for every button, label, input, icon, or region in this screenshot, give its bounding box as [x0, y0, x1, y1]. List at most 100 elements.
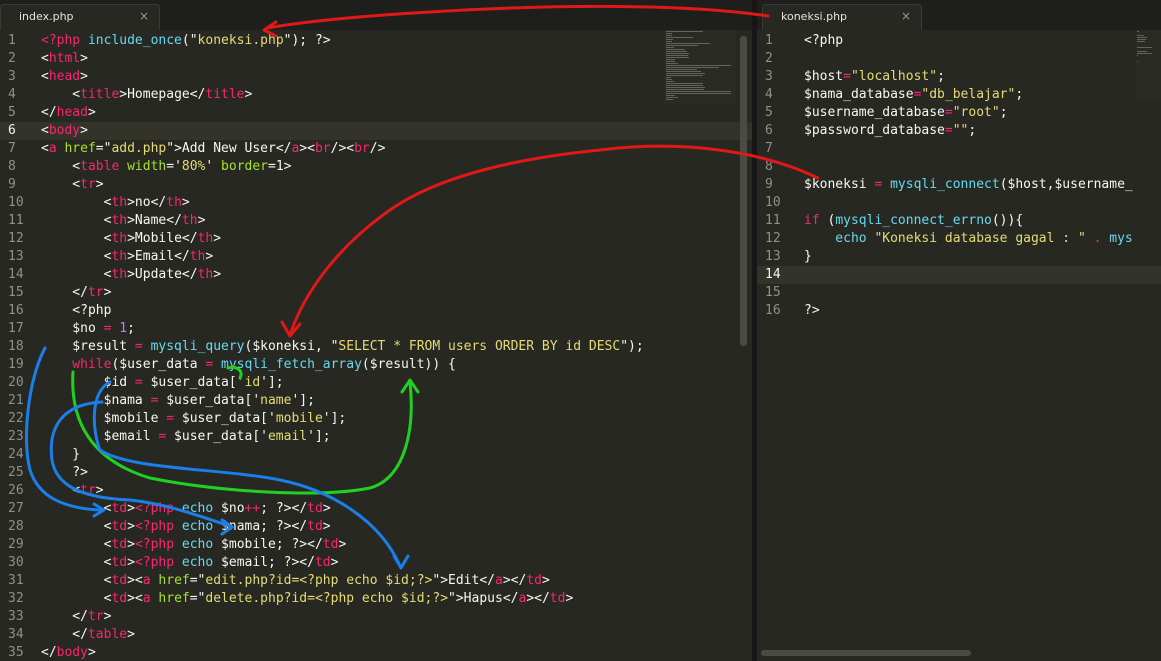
tab-koneksi-php[interactable]: koneksi.php × [762, 4, 922, 30]
code-token: > [565, 591, 574, 606]
minimap[interactable] [1135, 30, 1161, 100]
code-token: < [41, 69, 49, 84]
code-line[interactable]: } [41, 446, 644, 464]
line-number: 10 [8, 195, 24, 210]
code-line[interactable]: <title>Homepage</title> [41, 86, 644, 104]
minimap-line [666, 65, 731, 66]
code-token: /> [369, 141, 386, 156]
code-line[interactable]: } [804, 248, 1133, 266]
code-line[interactable]: $host="localhost"; [804, 68, 1133, 86]
code-line[interactable]: <a href="add.php">Add New User</a><br/><… [41, 140, 644, 158]
code-line[interactable] [804, 266, 1133, 284]
code-line[interactable]: $id = $user_data['id']; [41, 374, 644, 392]
code-line[interactable]: $email = $user_data['email']; [41, 428, 644, 446]
code-token: > [80, 123, 88, 138]
code-token: tr [80, 177, 96, 192]
code-area[interactable]: <?php include_once("koneksi.php"); ?> <ht… [41, 32, 644, 661]
code-token: > [127, 555, 135, 570]
code-line[interactable]: <html> [41, 50, 644, 68]
minimap-line [666, 49, 686, 50]
code-line[interactable]: <head> [41, 68, 644, 86]
code-line[interactable]: while($user_data = mysqli_fetch_array($r… [41, 356, 644, 374]
code-token: mysqli_fetch_array [213, 357, 362, 372]
code-line[interactable] [804, 50, 1133, 68]
code-line[interactable]: <th>no</th> [41, 194, 644, 212]
code-line[interactable]: </tr> [41, 608, 644, 626]
code-line[interactable]: $no = 1; [41, 320, 644, 338]
line-number: 11 [765, 213, 781, 228]
code-line[interactable]: <td><?php echo $email; ?></td> [41, 554, 644, 572]
code-token: "root" [952, 105, 1000, 120]
code-line[interactable]: <td><?php echo $mobile; ?></td> [41, 536, 644, 554]
code-line[interactable]: $result = mysqli_query($koneksi, "SELECT… [41, 338, 643, 356]
code-token: = [843, 69, 851, 84]
code-token: td [322, 537, 339, 552]
code-token: > [181, 195, 190, 210]
minimap-line [666, 73, 706, 74]
minimap-line [666, 53, 690, 54]
code-token: <?php [134, 537, 175, 552]
code-line[interactable]: $mobile = $user_data['mobile']; [41, 410, 644, 428]
code-line[interactable]: $koneksi = mysqli_connect($host,$usernam… [804, 176, 1133, 194]
minimap[interactable] [664, 30, 736, 104]
close-icon[interactable]: × [139, 9, 149, 23]
minimap-line [1137, 53, 1153, 54]
code-line[interactable] [804, 158, 1133, 176]
code-line[interactable]: <th>Email</th> [41, 248, 644, 266]
code-line[interactable]: </body> [41, 644, 644, 661]
code-line[interactable]: <td><?php echo $nama; ?></td> [41, 518, 644, 536]
code-line[interactable]: <td><?php echo $no++; ?></td> [41, 500, 644, 518]
code-line[interactable]: <th>Mobile</th> [41, 230, 644, 248]
code-line[interactable]: <tr> [41, 482, 644, 500]
code-token: td [111, 519, 128, 534]
code-line[interactable]: <td><a href="delete.php?id=<?php echo $i… [41, 590, 644, 608]
code-line[interactable]: <th>Name</th> [41, 212, 644, 230]
code-token: $nama; ?></ [213, 519, 308, 534]
vertical-scrollbar[interactable] [740, 36, 747, 346]
code-token: $mobile [41, 411, 167, 426]
code-token: > [127, 501, 135, 516]
code-line[interactable]: <td><a href="edit.php?id=<?php echo $id;… [41, 572, 644, 590]
code-token: ' [205, 159, 222, 174]
horizontal-scrollbar[interactable] [761, 650, 971, 656]
code-token: > [322, 501, 331, 516]
code-line[interactable]: </tr> [41, 284, 644, 302]
close-icon[interactable]: × [901, 9, 911, 23]
code-line[interactable]: <table width='80%' border=1> [41, 158, 644, 176]
code-area[interactable]: <?php $host="localhost"; $nama_database="d… [804, 32, 1133, 320]
code-line[interactable]: $password_database=""; [804, 122, 1133, 140]
line-number: 8 [765, 159, 773, 174]
code-line[interactable]: <th>Update</th> [41, 266, 644, 284]
code-token: ; ?></ [260, 501, 308, 516]
code-token: < [41, 141, 49, 156]
code-line[interactable]: echo "Koneksi database gagal : " . mys [804, 230, 1132, 248]
code-line[interactable]: <tr> [41, 176, 644, 194]
code-line[interactable]: <body> [41, 122, 644, 140]
code-line[interactable]: </table> [41, 626, 644, 644]
code-token: < [41, 231, 112, 246]
code-line[interactable]: </head> [41, 104, 644, 122]
code-token: >Email</ [127, 249, 190, 264]
code-line[interactable]: $nama = $user_data['name']; [41, 392, 644, 410]
code-token: >Name</ [127, 213, 182, 228]
code-line[interactable]: $nama_database="db_belajar"; [804, 86, 1133, 104]
code-token: <?php [41, 303, 112, 318]
code-line[interactable]: $username_database="root"; [804, 104, 1133, 122]
code-line[interactable] [804, 284, 1133, 302]
right-editor-pane[interactable]: 1 2 3 4 5 6 7 8 9 10 11 12 13 14 15 16 <?php $host="loca… [757, 30, 1161, 661]
code-line[interactable]: <?php [41, 302, 644, 320]
left-editor-pane[interactable]: 1 2 3 4 5 6 7 8 9 10 11 12 13 14 15 16 17 18 19 20 21 22 23 24 2… [0, 30, 752, 661]
code-line[interactable]: if (mysqli_connect_errno()){ [804, 212, 1133, 230]
code-token: href [150, 591, 190, 606]
code-line[interactable]: <?php [804, 32, 1133, 50]
code-line[interactable]: ?> [804, 302, 1133, 320]
code-line[interactable]: ?> [41, 464, 644, 482]
code-token: > [213, 267, 222, 282]
code-line[interactable] [804, 140, 1133, 158]
code-token: $mobile; ?></ [213, 537, 323, 552]
code-line[interactable]: <?php include_once("koneksi.php"); ?> [41, 32, 644, 50]
minimap-line [666, 89, 705, 90]
code-line[interactable] [804, 194, 1133, 212]
tab-index-php[interactable]: index.php × [0, 4, 160, 30]
code-token: ']; [307, 429, 331, 444]
